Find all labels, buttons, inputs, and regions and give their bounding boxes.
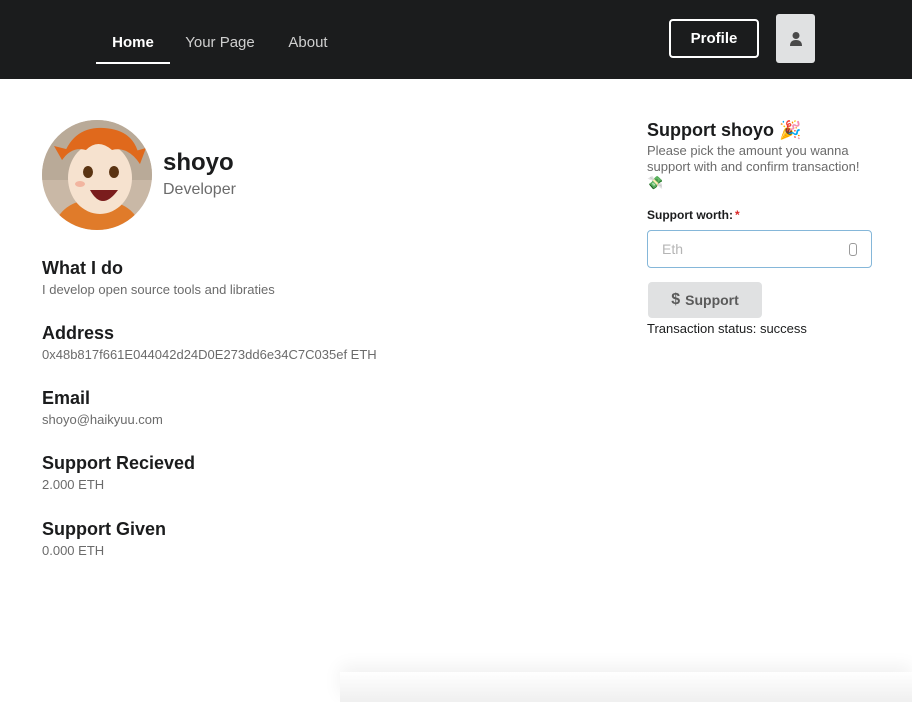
section-value: I develop open source tools and libratie… xyxy=(42,282,275,297)
section-title: What I do xyxy=(42,258,123,278)
top-navbar: Home Your Page About Profile xyxy=(0,0,912,79)
avatar-image xyxy=(42,120,152,230)
section-value: shoyo@haikyuu.com xyxy=(42,412,163,427)
nav-home[interactable]: Home xyxy=(96,24,170,64)
section-title: Address xyxy=(42,323,115,343)
support-title: Support shoyo 🎉 xyxy=(647,120,802,140)
profile-panel: shoyo Developer What I do I develop open… xyxy=(42,120,462,558)
nav-about[interactable]: About xyxy=(284,24,332,64)
avatar xyxy=(42,120,152,230)
required-mark: * xyxy=(734,208,740,222)
section-title: Email xyxy=(42,388,91,408)
bottom-shadow xyxy=(340,672,912,702)
section-address: Address 0x48b817f661E044042d24D0E273dd6e… xyxy=(42,322,462,363)
support-amount-field[interactable] xyxy=(647,230,872,268)
support-amount-input[interactable] xyxy=(648,231,838,267)
support-field-label: Support worth: * xyxy=(647,208,740,222)
support-description: Please pick the amount you wanna support… xyxy=(647,143,860,190)
support-panel: Support shoyo 🎉 Please pick the amount y… xyxy=(647,118,877,336)
support-button-label: Support xyxy=(685,292,739,308)
support-button[interactable]: $ Support xyxy=(648,282,762,318)
section-what-i-do: What I do I develop open source tools an… xyxy=(42,257,462,298)
dollar-icon: $ xyxy=(671,291,681,308)
nav-your-page[interactable]: Your Page xyxy=(184,24,256,64)
section-value: 0x48b817f661E044042d24D0E273dd6e34C7C035… xyxy=(42,347,377,362)
profile-header: shoyo Developer xyxy=(42,120,462,230)
profile-role: Developer xyxy=(163,181,236,198)
number-spinner-icon[interactable] xyxy=(849,243,857,256)
profile-button[interactable]: Profile xyxy=(669,19,759,58)
transaction-status: Transaction status: success xyxy=(647,321,807,336)
section-value: 2.000 ETH xyxy=(42,477,105,492)
support-field-label-text: Support worth: xyxy=(647,208,733,222)
section-title: Support Recieved xyxy=(42,453,196,473)
user-menu-button[interactable] xyxy=(776,14,815,63)
section-support-received: Support Recieved 2.000 ETH xyxy=(42,452,462,493)
section-email: Email shoyo@haikyuu.com xyxy=(42,387,462,428)
user-icon xyxy=(789,31,802,46)
section-title: Support Given xyxy=(42,519,167,539)
section-value: 0.000 ETH xyxy=(42,543,105,558)
section-support-given: Support Given 0.000 ETH xyxy=(42,518,462,559)
profile-name: shoyo xyxy=(163,149,234,176)
